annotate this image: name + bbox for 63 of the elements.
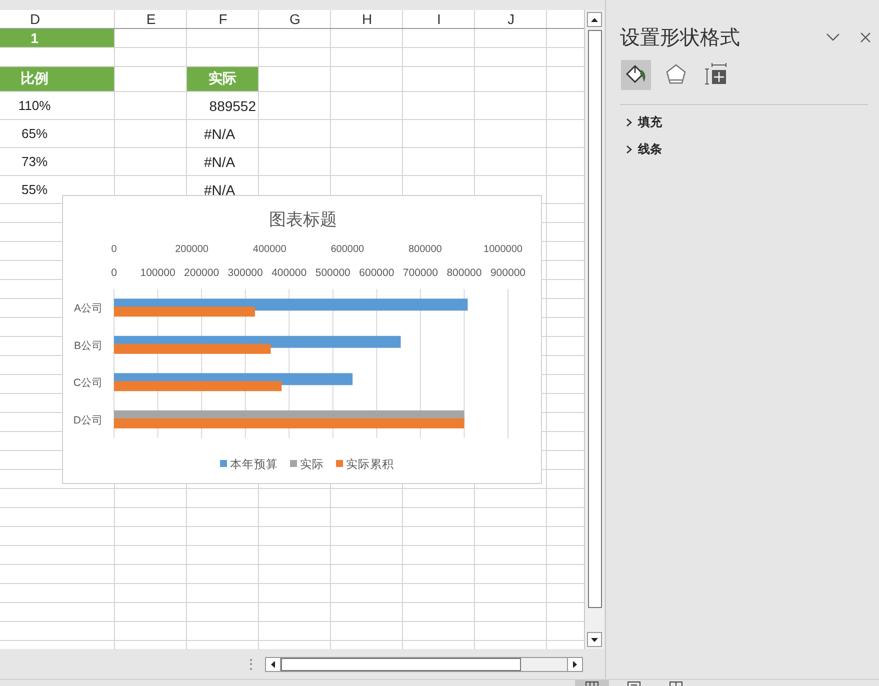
horizontal-scrollbar[interactable] [265,656,583,672]
size-position-icon [704,63,728,87]
axis-label: 300000 [228,267,263,279]
table-cell-text: #N/A [203,124,236,144]
column-header[interactable]: D [0,10,115,28]
table-cell-text: 889552 [208,96,257,116]
legend-label: 本年预算 [230,459,278,471]
table-cell-text: 65% [20,125,49,143]
axis-label: 0 [111,244,117,255]
category-label: D公司 [73,414,103,426]
axis-label: 600000 [330,244,364,255]
pane-tab[interactable] [621,60,651,90]
scroll-left-button[interactable] [266,658,281,670]
highlighted-cell: 比例 [0,67,114,91]
column-header[interactable]: J [475,10,547,28]
scroll-down-button[interactable] [587,632,602,647]
table-cell-text: 55% [20,181,49,199]
axis-label: 500000 [315,267,350,279]
column-header[interactable]: G [259,10,331,28]
arrow-down-icon [591,638,598,642]
table-cell-text: 110% [17,97,52,115]
axis-label: 0 [111,267,117,279]
scrollbar-thumb[interactable] [588,30,602,608]
column-header[interactable]: I [403,10,475,28]
chevron-right-icon [626,145,632,154]
axis-label: 600000 [359,267,394,279]
highlighted-cell: 实际 [187,67,258,91]
axis-label: 200000 [175,244,208,255]
legend-label: 实际 [300,459,324,471]
axis-label: 800000 [446,267,482,279]
table-cell-text: #N/A [203,180,236,200]
legend-label: 实际累积 [346,459,394,471]
axis-label: 400000 [272,267,307,279]
axis-label: 800000 [408,244,442,255]
section-header[interactable]: 填充 [626,114,871,131]
arrow-right-icon [573,660,577,668]
category-label: A公司 [74,302,103,315]
scroll-up-button[interactable] [587,12,602,27]
category-label: C公司 [73,377,103,390]
axis-label: 700000 [402,267,438,279]
chevron-down-icon[interactable] [826,33,840,41]
column-header[interactable]: H [331,10,403,28]
category-label: B公司 [74,340,103,352]
splitter-handle[interactable] [250,658,253,670]
scroll-right-button[interactable] [567,658,582,670]
close-icon[interactable] [860,32,871,42]
section-header[interactable]: 线条 [626,141,871,158]
highlighted-cell: 1 [0,29,114,47]
column-header[interactable]: E [115,10,187,28]
chart-title: 图表标题 [269,210,337,229]
table-cell-text: 73% [20,153,49,171]
axis-label: 1000000 [484,244,522,255]
arrow-left-icon [271,660,275,668]
axis-label: 200000 [184,267,220,279]
pane-title: 设置形状格式 [620,26,741,50]
table-cell-text: #N/A [203,152,236,172]
scrollbar-thumb[interactable] [281,658,521,670]
axis-label: 100000 [140,267,176,279]
chevron-right-icon [626,118,632,127]
axis-label: 400000 [252,244,286,255]
arrow-up-icon [591,18,598,22]
axis-label: 900000 [490,267,526,279]
column-header[interactable]: F [187,10,259,28]
